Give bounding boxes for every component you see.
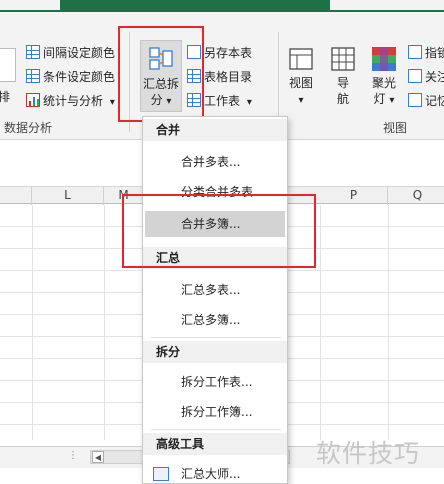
menu-item-merge-workbooks[interactable]: 合并多簿... xyxy=(145,211,285,237)
stats-analysis-button[interactable]: 统计与分析 ▾ xyxy=(26,92,115,109)
scroll-left-icon[interactable]: ◀ xyxy=(92,451,104,463)
table-list-icon xyxy=(187,69,201,83)
spotlight-label: 聚光灯 ▾ xyxy=(371,76,396,106)
spotlight-icon xyxy=(372,47,396,71)
menu-separator xyxy=(151,429,281,430)
watermark-text: 软件技巧 xyxy=(316,439,421,468)
menu-item-split-workbook[interactable]: 拆分工作簿... xyxy=(143,399,287,425)
menu-item-merge-sheets[interactable]: 合并多表... xyxy=(143,149,287,175)
chart-icon xyxy=(26,93,40,107)
summary-master-icon xyxy=(153,467,169,481)
column-header-Q[interactable]: Q xyxy=(388,187,444,205)
view-label: 视图 ▾ xyxy=(288,76,313,106)
column-header-P[interactable]: P xyxy=(320,187,388,205)
menu-item-summary-sheets[interactable]: 汇总多表... xyxy=(143,277,287,303)
conditional-color-icon xyxy=(26,69,40,83)
sheet-directory-button[interactable]: 表格目录 xyxy=(187,68,252,85)
merge-split-label-2: 分 ▾ xyxy=(150,93,172,107)
worksheet-label: 工作表 xyxy=(204,94,241,108)
merge-split-button[interactable]: 汇总拆 分 ▾ xyxy=(140,40,182,112)
chevron-down-icon: ▾ xyxy=(246,97,252,108)
grid-line xyxy=(388,205,389,440)
more-icon[interactable]: ⋮ xyxy=(68,450,78,461)
interval-color-button[interactable]: 间隔设定颜色 xyxy=(26,44,115,61)
memory-label: 记忆 xyxy=(425,94,444,108)
menu-item-summary-workbooks[interactable]: 汇总多簿... xyxy=(143,307,287,333)
focus-icon xyxy=(408,69,422,83)
chevron-down-icon: ▾ xyxy=(389,95,395,106)
save-as-label: 另存本表 xyxy=(204,46,253,60)
menu-separator xyxy=(151,337,281,338)
memory-button[interactable]: 记忆 xyxy=(408,92,444,109)
menu-item-split-worksheet[interactable]: 拆分工作表... xyxy=(143,369,287,395)
chevron-down-icon: ▾ xyxy=(166,96,172,107)
navigation-icon xyxy=(331,47,355,71)
grid-line xyxy=(32,205,33,440)
ribbon-tab-strip-left xyxy=(0,0,60,10)
chevron-down-icon: ▾ xyxy=(298,95,304,106)
focus-button[interactable]: 关注 xyxy=(408,68,444,85)
worksheet-button[interactable]: 工作表 ▾ xyxy=(187,92,252,109)
ribbon-tab-strip-right xyxy=(330,0,444,10)
column-header-cell[interactable] xyxy=(0,187,32,205)
interval-color-label: 间隔设定颜色 xyxy=(43,46,116,60)
group-label-data-analysis: 数据分析 xyxy=(4,121,53,135)
spotlight-button[interactable]: 聚光灯 ▾ xyxy=(366,46,402,109)
menu-item-summary-master[interactable]: 汇总大师... xyxy=(143,461,287,484)
menu-section-advanced: 高级工具 xyxy=(143,433,287,455)
navigation-label: 导航 xyxy=(336,76,349,106)
sort-icon[interactable] xyxy=(0,48,16,82)
menu-section-summary: 汇总 xyxy=(143,247,287,269)
summary-master-label: 汇总大师... xyxy=(181,467,241,481)
menu-section-merge: 合并 xyxy=(143,119,287,141)
save-sheet-icon xyxy=(187,45,201,59)
focus-label: 关注 xyxy=(425,70,444,84)
conditional-color-label: 条件设定颜色 xyxy=(43,70,116,84)
menu-item-category-merge[interactable]: 分类合并多表... xyxy=(143,179,287,205)
pointer-lock-label: 指锁 xyxy=(425,46,444,60)
stats-analysis-label: 统计与分析 xyxy=(43,94,104,108)
save-as-sheet-button[interactable]: 另存本表 xyxy=(187,44,252,61)
memory-icon xyxy=(408,93,422,107)
pointer-lock-button[interactable]: 指锁 xyxy=(408,44,444,61)
merge-split-icon xyxy=(149,47,173,70)
column-header-L[interactable]: L xyxy=(32,187,104,205)
worksheet-icon xyxy=(187,93,201,107)
group-separator xyxy=(129,32,130,132)
column-header-M[interactable]: M xyxy=(104,187,144,205)
view-icon xyxy=(289,48,313,70)
group-label-view: 视图 xyxy=(383,121,408,135)
menu-section-split: 拆分 xyxy=(143,341,287,363)
merge-split-dropdown-menu: 合并 合并多表... 分类合并多表... 合并多簿... 汇总 汇总多表... … xyxy=(142,116,288,484)
grid-line xyxy=(320,205,321,440)
navigation-button[interactable]: 导航 xyxy=(326,46,360,107)
sheet-directory-label: 表格目录 xyxy=(204,70,253,84)
grid-color-icon xyxy=(26,45,40,59)
merge-split-label-1: 汇总拆 xyxy=(142,77,179,91)
chevron-down-icon: ▾ xyxy=(109,97,115,108)
conditional-color-button[interactable]: 条件设定颜色 xyxy=(26,68,115,85)
pointer-lock-icon xyxy=(408,45,422,59)
view-button[interactable]: 视图 ▾ xyxy=(284,46,318,109)
grid-line xyxy=(104,205,105,440)
sort-button-label[interactable]: 排 xyxy=(0,88,10,105)
